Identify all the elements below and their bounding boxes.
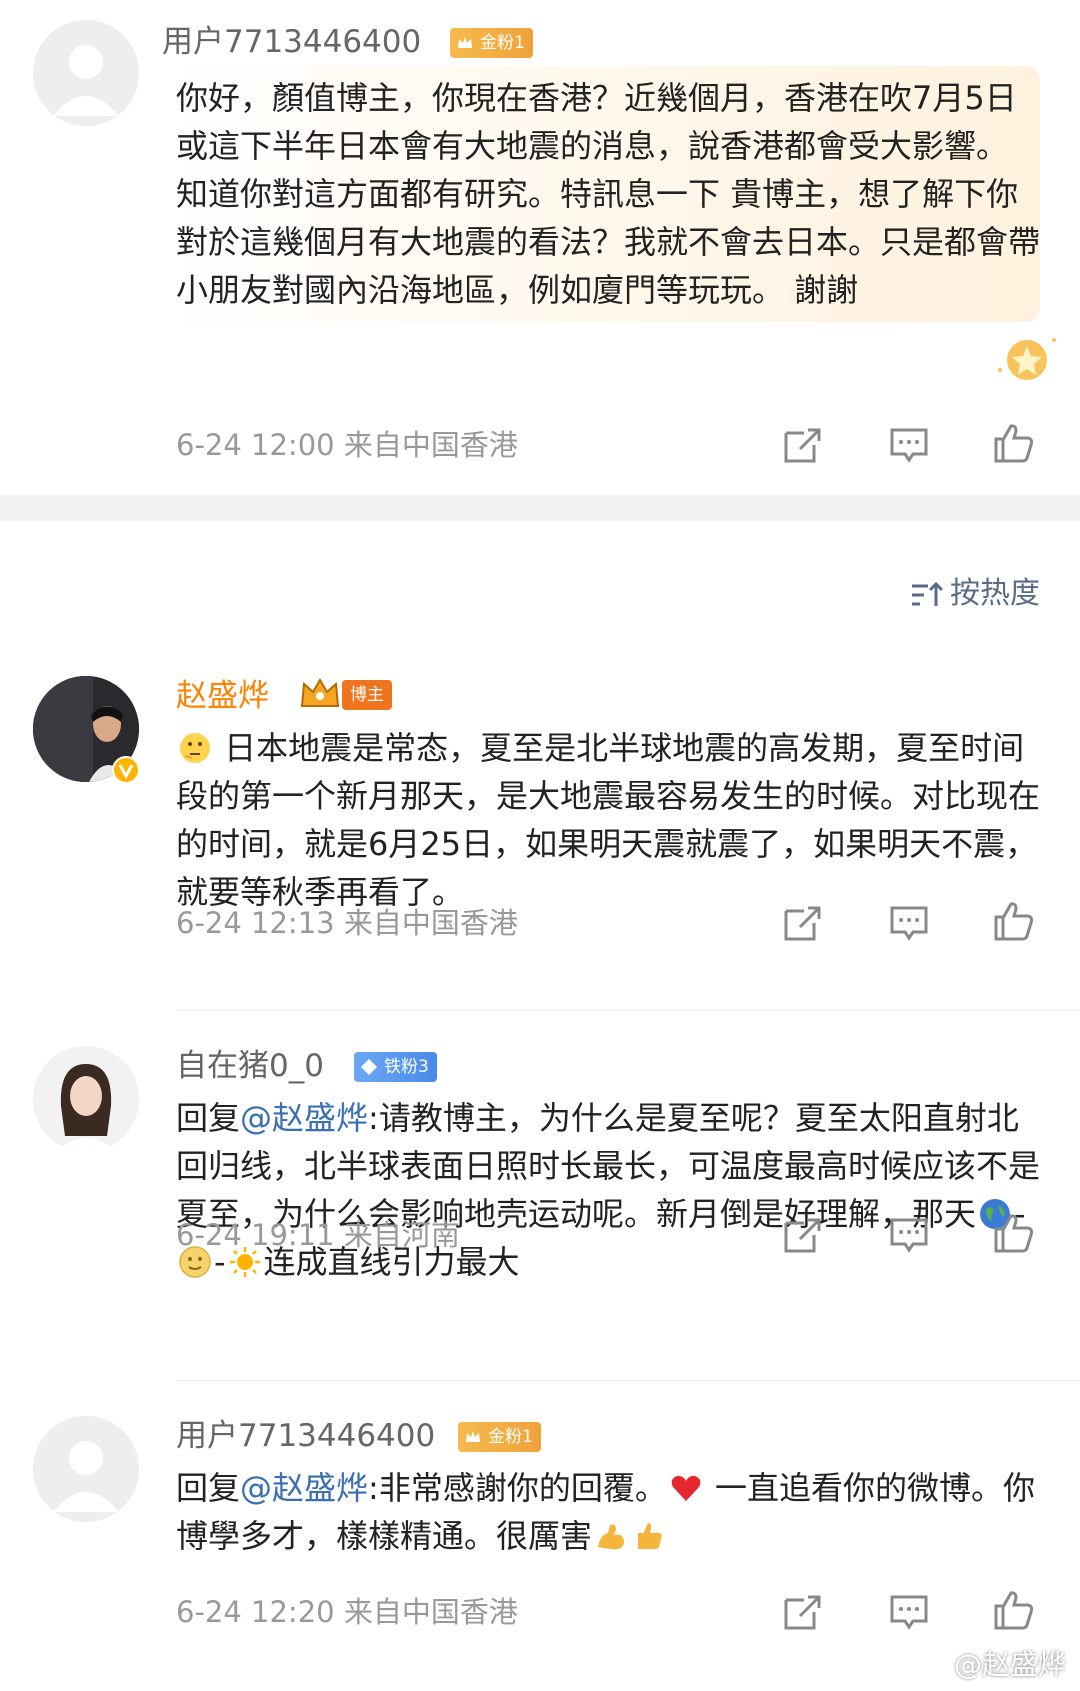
- repost-icon[interactable]: [780, 1213, 824, 1257]
- diamond-icon: [361, 1059, 377, 1075]
- username[interactable]: 赵盛烨: [176, 676, 269, 716]
- username[interactable]: 自在猪0_0: [176, 1046, 324, 1086]
- comment-meta: 6-24 19:11 来自河南: [176, 1218, 460, 1252]
- username[interactable]: 用户7713446400: [176, 1416, 435, 1456]
- watermark-text: @赵盛烨: [953, 1648, 1066, 1681]
- like-icon[interactable]: [992, 421, 1036, 465]
- comment-meta: 6-24 12:13 来自中国香港: [176, 906, 518, 940]
- divider: [176, 1010, 1080, 1011]
- sort-by-hot-button[interactable]: 按热度: [910, 574, 1040, 614]
- username[interactable]: 用户7713446400: [162, 22, 421, 62]
- gold-fan-decoration-icon: [998, 338, 1056, 380]
- comment-2: 赵盛烨 博主 日本地震是常态，夏至是北半球地震的高发期，夏至时间段的第一个新月那…: [0, 660, 1080, 1010]
- repost-icon[interactable]: [780, 423, 824, 467]
- sort-label: 按热度: [950, 576, 1040, 611]
- badge-label: 博主: [350, 685, 384, 705]
- fan-badge[interactable]: 铁粉3: [354, 1052, 437, 1082]
- verified-icon: [112, 756, 140, 784]
- like-icon[interactable]: [992, 899, 1036, 943]
- comment-text: 回复@赵盛烨:非常感謝你的回覆。 一直追看你的微博。你博學多才，樣樣精通。很厲害: [176, 1464, 1046, 1560]
- comment-text: 日本地震是常态，夏至是北半球地震的高发期，夏至时间段的第一个新月那天，是大地震最…: [176, 724, 1046, 916]
- avatar[interactable]: [33, 1046, 139, 1152]
- mention-link[interactable]: @赵盛烨: [240, 1099, 368, 1137]
- weibo-watermark: @赵盛烨: [920, 1643, 1066, 1683]
- section-divider: [0, 495, 1080, 521]
- avatar[interactable]: [33, 20, 139, 126]
- fan-badge[interactable]: 金粉1: [458, 1422, 541, 1452]
- repost-icon[interactable]: [780, 901, 824, 945]
- default-avatar-icon: [33, 20, 139, 126]
- comment-body: :非常感謝你的回覆。: [368, 1469, 667, 1507]
- comment-3: 自在猪0_0 铁粉3 回复@赵盛烨:请教博主，为什么是夏至呢？夏至太阳直射北回归…: [0, 1030, 1080, 1380]
- comment-text: 回复@赵盛烨:请教博主，为什么是夏至呢？夏至太阳直射北回归线，北半球表面日照时长…: [176, 1094, 1046, 1286]
- host-crown-icon: [300, 678, 340, 707]
- reply-prefix: 回复: [176, 1099, 241, 1137]
- weibo-logo-icon: [920, 1653, 953, 1679]
- comment-body: 日本地震是常态，夏至是北半球地震的高发期，夏至时间段的第一个新月那天，是大地震最…: [176, 729, 1041, 911]
- host-badge: 博主: [342, 680, 392, 710]
- badge-label: 金粉1: [488, 1427, 533, 1447]
- comment-meta: 6-24 12:20 来自中国香港: [176, 1595, 518, 1629]
- comment-icon[interactable]: [887, 423, 931, 467]
- comment-icon[interactable]: [887, 901, 931, 945]
- comment-1: 用户7713446400 金粉1 你好，顏值博主，你現在香港？近幾個月，香港在吹…: [0, 0, 1080, 463]
- crown-icon: [458, 37, 472, 48]
- badge-label: 金粉1: [480, 33, 525, 53]
- like-icon[interactable]: [992, 1588, 1036, 1632]
- profile-photo: [33, 1046, 139, 1152]
- sort-icon: [912, 581, 944, 606]
- crown-icon: [466, 1431, 480, 1442]
- heart-emoji: [671, 1475, 701, 1501]
- comment-icon[interactable]: [887, 1213, 931, 1257]
- flexed-biceps-emoji: [598, 1524, 625, 1550]
- mention-link[interactable]: @赵盛烨: [240, 1469, 368, 1507]
- comment-text: 你好，顏值博主，你現在香港？近幾個月，香港在吹7月5日或這下半年日本會有大地震的…: [160, 66, 1040, 322]
- default-avatar-icon: [33, 1416, 139, 1522]
- thinking-emoji: [180, 733, 210, 763]
- fan-badge[interactable]: 金粉1: [450, 28, 533, 58]
- avatar[interactable]: [33, 1416, 139, 1522]
- comment-icon[interactable]: [887, 1590, 931, 1634]
- comment-4: 用户7713446400 金粉1 回复@赵盛烨:非常感謝你的回覆。 一直追看你的…: [0, 1400, 1080, 1691]
- repost-icon[interactable]: [780, 1590, 824, 1634]
- thumbs-up-emoji: [638, 1523, 662, 1549]
- badge-label: 铁粉3: [384, 1057, 429, 1077]
- reply-prefix: 回复: [176, 1469, 241, 1507]
- comment-meta: 6-24 12:00 来自中国香港: [176, 428, 518, 462]
- like-icon[interactable]: [992, 1211, 1036, 1255]
- divider: [176, 1380, 1080, 1381]
